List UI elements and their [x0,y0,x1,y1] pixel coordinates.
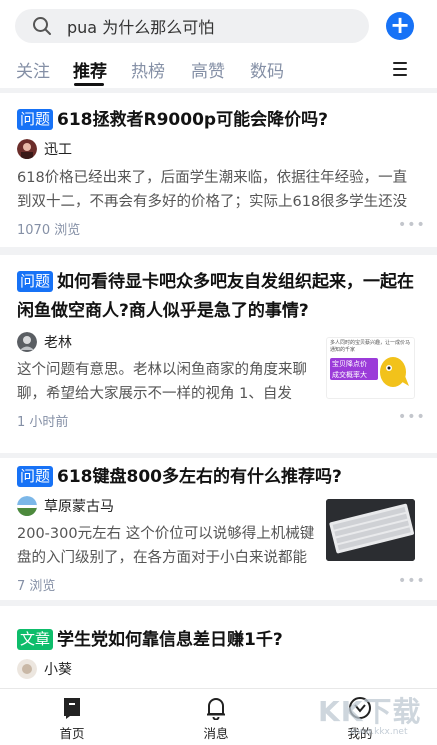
card-author[interactable]: 草原蒙古马 [17,496,114,516]
view-count: 7 浏览 [17,579,56,594]
home-icon [64,698,80,719]
keyboard-image [326,499,415,561]
card-author[interactable]: 迅工 [17,139,72,159]
nav-home[interactable]: 首页 [42,695,102,742]
card-title[interactable]: 问题 618拯救者R9000p可能会降价吗? [17,106,417,135]
avatar [17,139,37,159]
tab-top-liked[interactable]: 高赞 [191,57,225,82]
menu-icon[interactable] [393,62,407,80]
author-name: 草原蒙古马 [44,499,114,515]
question-tag: 问题 [17,466,54,487]
view-count: 1070 浏览 [17,223,81,238]
card-excerpt: 618价格已经出来了，后面学生潮来临，依据往年经验，一直到双十二，不再会有多好的… [17,170,408,210]
avatar [17,332,37,352]
card-title[interactable]: 问题 如何看待显卡吧众多吧友自发组织起来，一起在闲鱼做空商人?商人似乎是急了的事情… [17,268,419,326]
more-options-icon[interactable]: ••• [398,409,426,425]
search-input[interactable]: pua 为什么那么可怕 [15,9,369,43]
more-options-icon[interactable]: ••• [398,217,426,233]
bell-icon [207,698,225,720]
tab-follow[interactable]: 关注 [16,57,50,82]
feed-card[interactable]: 问题 618键盘800多左右的有什么推荐吗? 草原蒙古马 200-300元左右 这… [0,458,437,600]
more-options-icon[interactable]: ••• [398,573,426,589]
fish-mascot-icon [380,357,409,387]
watermark: KK下载 [318,695,422,728]
post-time: 1 小时前 [17,415,69,430]
add-button[interactable]: + [386,12,414,40]
watermark-url: www.kkx.net [350,727,408,737]
author-name: 老林 [44,335,72,351]
tab-hot[interactable]: 热榜 [131,57,165,82]
question-tag: 问题 [17,271,54,292]
question-tag: 问题 [17,109,54,130]
avatar [17,496,37,516]
tab-bar: 关注 推荐 热榜 高赞 数码 [0,52,437,86]
card-author[interactable]: 小葵 [17,659,72,679]
card-thumbnail[interactable] [326,499,415,561]
feed-card[interactable]: 问题 如何看待显卡吧众多吧友自发组织起来，一起在闲鱼做空商人?商人似乎是急了的事情… [0,255,437,453]
author-name: 迅工 [44,142,72,158]
search-query: pua 为什么那么可怕 [67,18,215,37]
feed-card[interactable]: 问题 618拯救者R9000p可能会降价吗? 迅工 618价格已经出来了，后面学生… [0,93,437,247]
card-author[interactable]: 老林 [17,332,72,352]
card-excerpt: 这个问题有意思。老林以闲鱼商家的角度来聊聊，希望给大家展示不一样的视角 1、自发… [17,362,307,402]
card-title[interactable]: 文章 学生党如何靠信息差日赚1千? [17,626,417,655]
top-bar: pua 为什么那么可怕 + 关注 推荐 热榜 高赞 数码 [0,0,437,88]
card-excerpt: 200-300元左右 这个价位可以说够得上机械键盘的入门级别了，在各方面对于小白… [17,526,315,566]
nav-messages[interactable]: 消息 [186,695,246,742]
tab-digital[interactable]: 数码 [250,57,284,82]
article-tag: 文章 [17,629,54,650]
author-name: 小葵 [44,662,72,678]
card-title[interactable]: 问题 618键盘800多左右的有什么推荐吗? [17,463,417,492]
search-icon [33,17,51,35]
tab-recommend[interactable]: 推荐 [73,57,107,82]
card-thumbnail[interactable]: 多人同时的宝贝蔡兴趣，让一成价马通知的千家 宝贝降点价 成交概率大 [326,337,415,399]
avatar [17,659,37,679]
active-tab-indicator [74,83,104,86]
